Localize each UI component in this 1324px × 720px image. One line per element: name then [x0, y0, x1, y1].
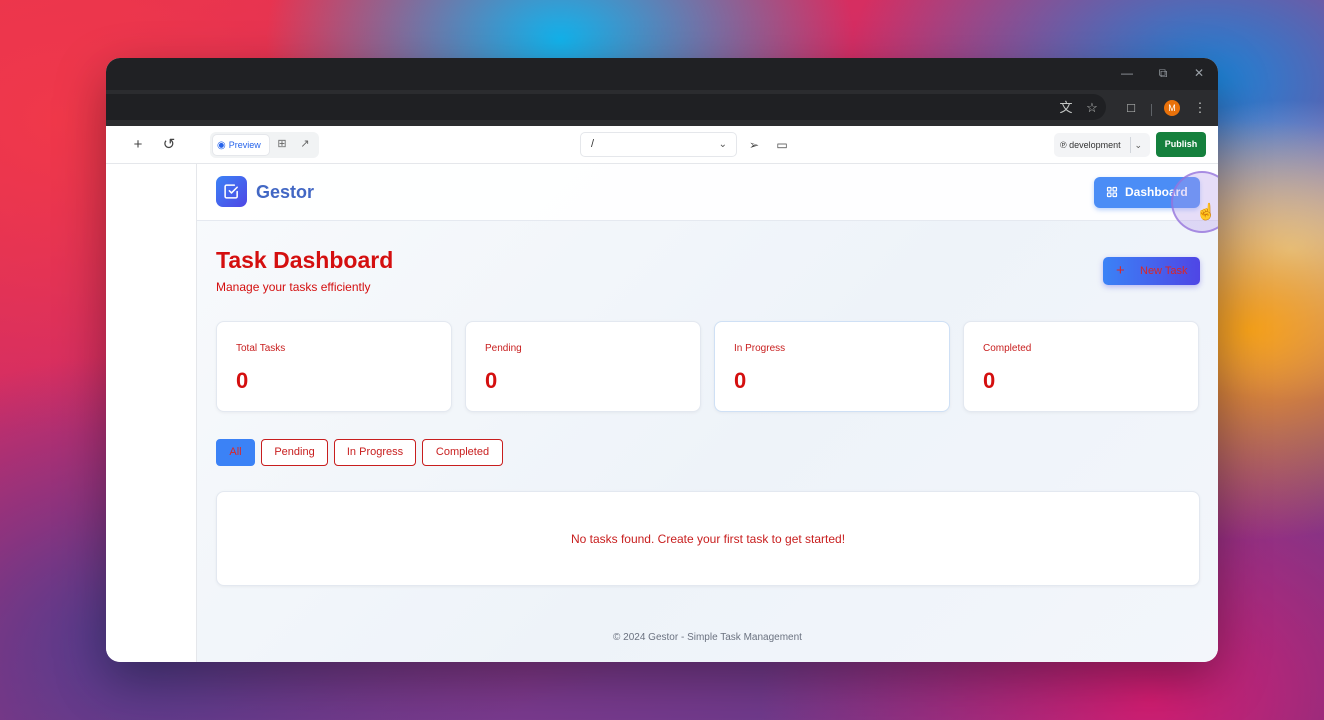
menu-icon[interactable]: ⋮: [1191, 99, 1209, 117]
pointer-cursor-icon: ☝: [1196, 204, 1216, 221]
branch-icon: ℗: [1060, 140, 1070, 150]
grid-icon[interactable]: ⊞: [274, 136, 290, 152]
environment-label: development: [1069, 140, 1121, 150]
side-pane: [106, 164, 197, 662]
profile-avatar[interactable]: M: [1164, 100, 1180, 116]
external-link-icon[interactable]: ↗: [297, 136, 313, 152]
minimize-icon[interactable]: —: [1118, 64, 1136, 82]
stat-card-pending: Pending 0: [465, 321, 701, 412]
address-bar[interactable]: [106, 94, 1106, 120]
select-cursor-icon[interactable]: ➢: [745, 136, 763, 154]
plus-icon: +: [1116, 262, 1125, 279]
footer: © 2024 Gestor - Simple Task Management: [613, 632, 802, 643]
filter-pending[interactable]: Pending: [261, 439, 328, 466]
dashboard-icon: [1106, 186, 1118, 198]
filter-completed[interactable]: Completed: [422, 439, 503, 466]
browser-window: — ⧉ ✕ 文 ☆ □ M ⋮ + ↺ ◉ Preview ⊞ ↗ / ⌄ ➢ ▭…: [106, 58, 1218, 662]
stat-label: Pending: [485, 343, 522, 354]
stat-value: 0: [983, 368, 996, 393]
add-icon[interactable]: +: [129, 136, 147, 154]
preview-button[interactable]: ◉ Preview: [213, 135, 269, 155]
stat-value: 0: [485, 368, 498, 393]
app-header: Gestor Dashboard: [197, 164, 1218, 221]
new-task-label: New Task: [1140, 265, 1188, 277]
checkbox-icon: [224, 184, 238, 199]
stat-label: Completed: [983, 343, 1032, 354]
history-icon[interactable]: ↺: [160, 136, 178, 154]
stat-label: In Progress: [734, 343, 786, 354]
publish-button[interactable]: Publish: [1156, 132, 1206, 157]
stat-label: Total Tasks: [236, 343, 286, 354]
task-list: No tasks found. Create your first task t…: [216, 491, 1200, 586]
filter-all[interactable]: All: [216, 439, 255, 466]
title-bar: — ⧉ ✕: [106, 58, 1218, 90]
stat-card-total: Total Tasks 0: [216, 321, 452, 412]
star-icon[interactable]: ☆: [1083, 99, 1101, 117]
view-mode-group: ◉ Preview ⊞ ↗: [210, 132, 319, 158]
page-title: Task Dashboard: [216, 247, 394, 273]
preview-label: Preview: [228, 140, 261, 150]
brand-name[interactable]: Gestor: [256, 182, 314, 203]
window-controls: — ⧉ ✕: [1118, 64, 1208, 82]
filter-in-progress[interactable]: In Progress: [334, 439, 416, 466]
route-value: /: [591, 138, 595, 150]
environment-select[interactable]: ℗ development ⌄: [1054, 133, 1150, 157]
route-select[interactable]: / ⌄: [580, 132, 737, 157]
app-preview: Gestor Dashboard Task Dashboard Manage y…: [197, 164, 1218, 662]
chevron-down-icon: ⌄: [718, 139, 727, 150]
logo[interactable]: [216, 176, 247, 207]
chevron-down-icon: ⌄: [1134, 140, 1142, 150]
toolbar-divider: [1151, 104, 1152, 116]
page-subtitle: Manage your tasks efficiently: [216, 280, 371, 294]
editor-toolbar: + ↺ ◉ Preview ⊞ ↗ / ⌄ ➢ ▭ ℗ development ⌄…: [106, 126, 1218, 164]
empty-state-message: No tasks found. Create your first task t…: [570, 532, 846, 546]
stat-value: 0: [236, 368, 249, 393]
extensions-icon[interactable]: □: [1122, 99, 1140, 117]
translate-icon[interactable]: 文: [1057, 99, 1075, 117]
env-divider: [1130, 137, 1131, 153]
browser-toolbar: 文 ☆ □ M ⋮: [106, 90, 1218, 126]
stat-card-in-progress: In Progress 0: [714, 321, 950, 412]
monitor-icon[interactable]: ▭: [773, 136, 791, 154]
stat-card-completed: Completed 0: [963, 321, 1199, 412]
restore-icon[interactable]: ⧉: [1154, 64, 1172, 82]
close-icon[interactable]: ✕: [1190, 64, 1208, 82]
eye-icon: ◉: [217, 140, 226, 151]
new-task-button[interactable]: + New Task: [1103, 257, 1200, 285]
stat-value: 0: [734, 368, 747, 393]
